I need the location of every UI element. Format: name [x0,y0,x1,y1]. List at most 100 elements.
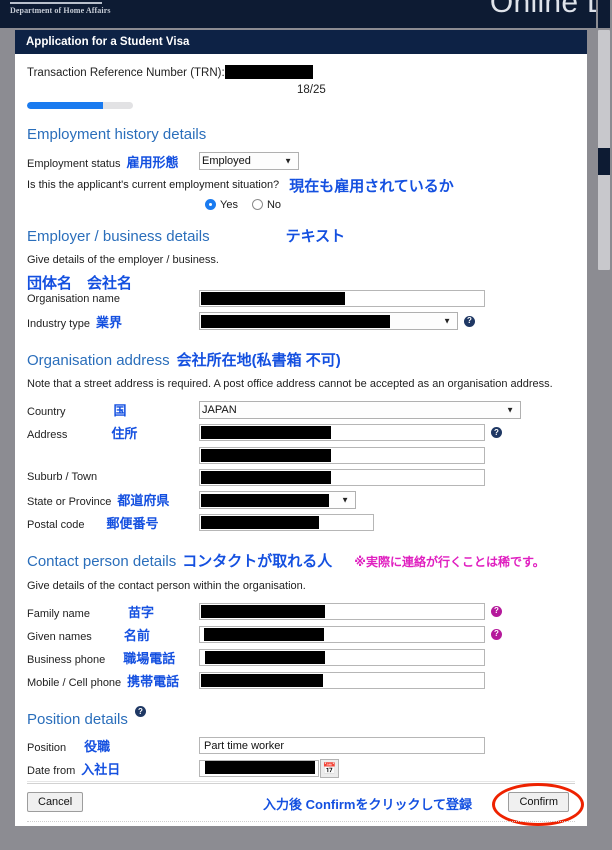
department-name: Department of Home Affairs [10,6,111,15]
card-header: Application for a Student Visa [15,30,587,54]
calendar-icon[interactable]: 📅 [320,759,339,779]
current-employment-radio-group: Yes No [205,199,575,211]
field-row-employment-status: Employment status 雇用形態 Employed ▼ [27,152,575,171]
industry-type-label-jp: 業界 [95,314,122,330]
country-select-wrap[interactable]: JAPAN ▼ [199,400,521,419]
address-line2-control [199,446,485,464]
current-employment-question-jp: 現在も雇用されているか [289,177,454,195]
family-name-input[interactable] [199,602,485,620]
org-address-title-jp: 会社所在地(私書箱 不可) [176,351,341,369]
business-phone-control [199,648,485,666]
state-label-jp: 都道府県 [117,493,170,509]
family-name-label-jp: 苗字 [127,604,154,620]
employer-helptext: Give details of the employer / business. [27,254,219,266]
field-row-address-line1: Address 住所 ? [27,423,575,442]
state-select[interactable] [199,490,356,509]
address-line1-input[interactable] [199,424,485,442]
footer-note-jp: 入力後 Confirmをクリックして登録 [263,797,473,812]
scrollbar-notch [598,148,610,175]
confirm-button[interactable]: Confirm [508,792,569,812]
date-from-input[interactable] [199,760,319,778]
mobile-phone-input[interactable] [199,671,485,689]
given-names-help-icon[interactable]: ? [491,628,502,640]
field-row-business-phone: Business phone 職場電話 [27,648,575,667]
employment-status-select-wrap[interactable]: Employed ▼ [199,152,299,170]
postcode-input[interactable] [199,514,374,532]
cancel-button[interactable]: Cancel [27,792,84,812]
section-title-position: Position details [27,710,128,728]
department-logo: Department of Home Affairs [10,2,111,15]
trn-row: Transaction Reference Number (TRN): [27,65,575,80]
date-from-control: 📅 [199,759,339,779]
address-help-icon[interactable]: ? [491,427,502,439]
suburb-input[interactable] [199,468,485,486]
position-control [199,737,485,755]
country-select[interactable]: JAPAN [199,400,521,419]
industry-type-help-icon[interactable]: ? [464,315,475,327]
organisation-name-control [199,290,485,308]
date-from-label: Date from [27,765,76,778]
field-row-postcode: Postal code 郵便番号 [27,513,575,532]
business-phone-label: Business phone [27,653,106,666]
form-footer: Cancel 入力後 Confirmをクリックして登録 Confirm [27,783,585,826]
industry-type-label: Industry type [27,317,90,330]
organisation-name-input[interactable] [199,290,485,308]
postcode-label-jp: 郵便番号 [106,516,159,532]
address-label: Address [27,429,68,442]
state-label: State or Province [27,496,112,509]
family-name-label-group: Family name 苗字 [27,602,199,621]
radio-no[interactable] [251,199,263,210]
country-label-group: Country 国 [27,400,199,419]
suburb-label: Suburb / Town [27,471,98,484]
given-names-label-jp: 名前 [123,627,150,643]
mobile-phone-label-group: Mobile / Cell phone 携帯電話 [27,671,199,690]
position-details-help-icon[interactable]: ? [134,706,146,718]
family-name-label: Family name [27,607,90,620]
employment-status-label-group: Employment status 雇用形態 [27,152,199,171]
employment-status-select[interactable]: Employed [199,152,299,170]
country-label-jp: 国 [113,403,127,419]
current-employment-question: Is this the applicant's current employme… [27,179,280,191]
family-name-control: ? [199,602,502,620]
employment-status-label: Employment status [27,157,121,170]
confirm-button-wrap: Confirm [492,783,585,826]
mobile-phone-label: Mobile / Cell phone [27,676,122,689]
industry-type-select[interactable] [199,312,458,331]
address-line2-input[interactable] [199,446,485,464]
business-phone-input[interactable] [199,648,485,666]
date-from-label-jp: 入社日 [81,762,121,778]
field-row-position: Position 役職 [27,736,575,755]
position-label-group: Position 役職 [27,736,199,755]
radio-yes-label: Yes [220,198,238,211]
org-name-label-jp: 団体名 会社名 [27,274,133,292]
business-phone-label-group: Business phone 職場電話 [27,648,199,667]
address-label-jp: 住所 [111,426,138,442]
position-input[interactable] [199,737,485,755]
footer-divider [27,781,575,782]
position-label-jp: 役職 [84,739,111,755]
family-name-help-icon[interactable]: ? [491,605,502,617]
trn-value-redacted [224,65,313,79]
radio-yes[interactable] [205,199,216,210]
site-banner: Department of Home Affairs Online L [0,0,612,28]
field-row-country: Country 国 JAPAN ▼ [27,400,575,419]
state-label-group: State or Province 都道府県 [27,490,199,509]
logo-rule [10,2,102,4]
state-select-wrap[interactable]: ▼ [199,490,356,509]
given-names-label-group: Given names 名前 [27,625,199,644]
contact-title-jp: コンタクトが取れる人 [182,553,333,571]
trn-label: Transaction Reference Number (TRN): [27,67,225,80]
suburb-label-group: Suburb / Town [27,471,199,483]
site-title: Online L [489,0,604,19]
country-label: Country [27,406,66,419]
page-scrollbar[interactable] [596,0,612,850]
form-card: Application for a Student Visa Transacti… [15,30,587,826]
mobile-phone-label-jp: 携帯電話 [127,673,180,689]
organisation-name-label: Organisation name [27,292,120,305]
given-names-input[interactable] [199,625,485,643]
employment-status-control: Employed ▼ [199,152,299,170]
footer-bottom-rule [27,821,575,822]
field-row-family-name: Family name 苗字 ? [27,602,575,621]
organisation-name-label-group: Organisation name [27,293,199,305]
industry-type-select-wrap[interactable]: ▼ [199,312,458,331]
